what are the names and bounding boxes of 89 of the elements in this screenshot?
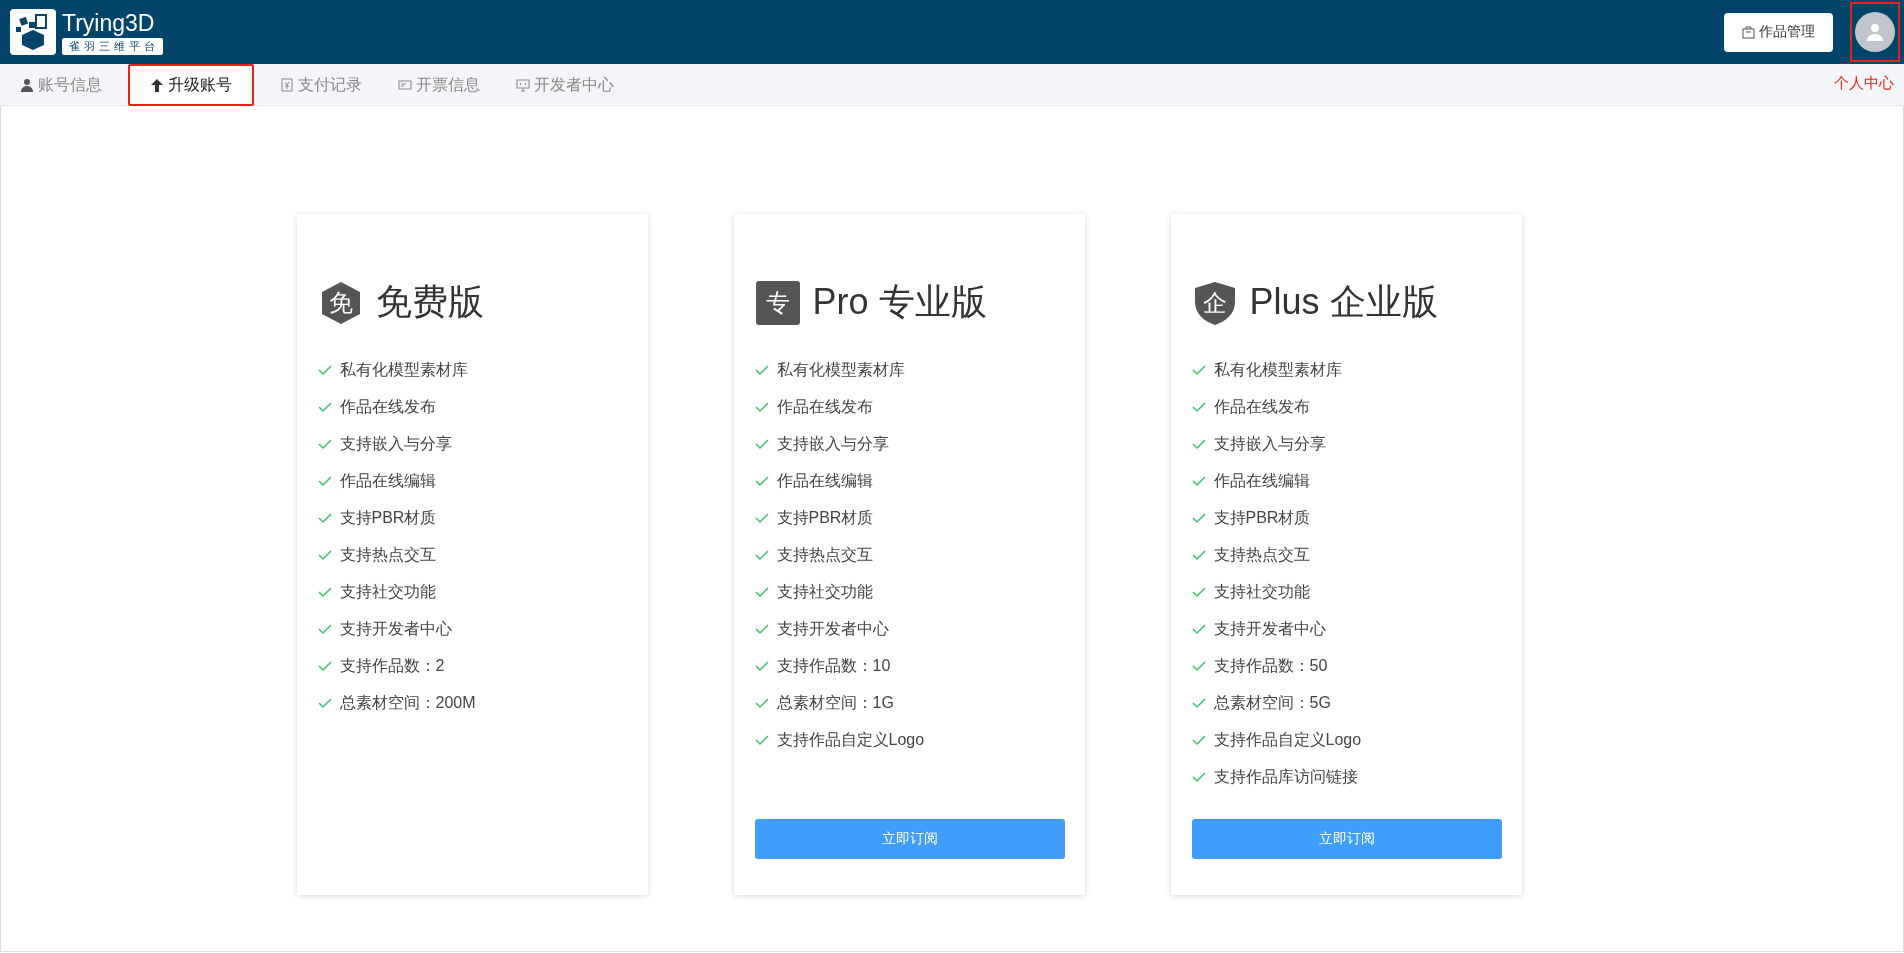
feature-text: 私有化模型素材库	[339, 360, 468, 380]
check-icon	[1191, 513, 1206, 524]
logo-subtitle: 雀羽三维平台	[62, 37, 163, 55]
user-avatar[interactable]	[1855, 12, 1895, 52]
check-icon	[317, 513, 332, 524]
feature-text: 支持作品自定义Logo	[1213, 730, 1362, 750]
feature-text: 支持PBR材质	[776, 508, 874, 528]
card-icon	[398, 78, 412, 92]
tab[interactable]: 账号信息	[10, 64, 112, 106]
check-icon	[754, 587, 769, 598]
check-icon	[317, 476, 332, 487]
check-icon	[754, 624, 769, 635]
check-icon	[1191, 698, 1206, 709]
feature-text: 支持嵌入与分享	[1213, 434, 1326, 454]
feature-text: 支持热点交互	[776, 545, 873, 565]
plan-title: Pro 专业版	[812, 280, 987, 324]
feature-text: 支持嵌入与分享	[339, 434, 452, 454]
feature-text: 总素材空间：5G	[1213, 693, 1331, 713]
feature-text: 总素材空间：200M	[339, 693, 476, 713]
person-icon	[20, 78, 34, 92]
check-icon	[317, 365, 332, 376]
logo-icon	[10, 9, 56, 55]
check-icon	[754, 698, 769, 709]
check-icon	[317, 698, 332, 709]
check-icon	[1191, 439, 1206, 450]
check-icon	[317, 624, 332, 635]
feature-text: 作品在线发布	[1213, 397, 1310, 417]
tab[interactable]: 升级账号	[128, 64, 254, 106]
feature-text: 作品在线编辑	[1213, 471, 1310, 491]
feature-text: 作品在线发布	[339, 397, 436, 417]
plan-badge: 专	[754, 279, 801, 326]
feature-text: 支持热点交互	[1213, 545, 1310, 565]
monitor-icon	[516, 78, 530, 92]
check-icon	[1191, 476, 1206, 487]
check-icon	[754, 365, 769, 376]
check-icon	[1191, 661, 1206, 672]
check-icon	[754, 735, 769, 746]
check-icon	[317, 587, 332, 598]
check-icon	[1191, 550, 1206, 561]
feature-text: 支持开发者中心	[1213, 619, 1326, 639]
feature-text: 支持作品数：10	[776, 656, 891, 676]
feature-text: 支持作品库访问链接	[1213, 767, 1358, 787]
check-icon	[1191, 402, 1206, 413]
check-icon	[1191, 365, 1206, 376]
bag-icon	[1742, 25, 1755, 39]
check-icon	[754, 439, 769, 450]
check-icon	[1191, 772, 1206, 783]
feature-text: 总素材空间：1G	[776, 693, 894, 713]
feature-text: 作品在线编辑	[776, 471, 873, 491]
feature-text: 支持嵌入与分享	[776, 434, 889, 454]
feature-text: 支持社交功能	[776, 582, 873, 602]
feature-text: 支持社交功能	[1213, 582, 1310, 602]
feature-text: 支持作品自定义Logo	[776, 730, 925, 750]
check-icon	[754, 402, 769, 413]
check-icon	[317, 402, 332, 413]
feature-text: 私有化模型素材库	[776, 360, 905, 380]
check-icon	[317, 439, 332, 450]
receipt-icon	[280, 78, 294, 92]
feature-text: 支持作品数：50	[1213, 656, 1328, 676]
check-icon	[754, 661, 769, 672]
annotation-label: 个人中心	[1834, 74, 1894, 93]
feature-text: 作品在线发布	[776, 397, 873, 417]
feature-text: 支持社交功能	[339, 582, 436, 602]
feature-text: 支持热点交互	[339, 545, 436, 565]
works-manage-button[interactable]: 作品管理	[1724, 12, 1833, 52]
check-icon	[1191, 587, 1206, 598]
subscribe-button[interactable]: 立即订阅	[754, 819, 1065, 859]
feature-text: 支持开发者中心	[776, 619, 889, 639]
check-icon	[754, 550, 769, 561]
feature-text: 支持作品数：2	[339, 656, 445, 676]
feature-text: 支持开发者中心	[339, 619, 452, 639]
subscribe-button[interactable]: 立即订阅	[1191, 819, 1502, 859]
check-icon	[754, 513, 769, 524]
arrow-up-icon	[150, 78, 164, 92]
check-icon	[1191, 735, 1206, 746]
plan-title: 免费版	[375, 280, 484, 324]
feature-text: 支持PBR材质	[339, 508, 437, 528]
logo-title: Trying3D	[62, 9, 156, 36]
check-icon	[1191, 624, 1206, 635]
check-icon	[317, 550, 332, 561]
plan-title: Plus 企业版	[1249, 280, 1438, 324]
tab[interactable]: 开发者中心	[506, 64, 624, 106]
tab[interactable]: 支付记录	[270, 64, 372, 106]
feature-text: 私有化模型素材库	[1213, 360, 1342, 380]
feature-text: 作品在线编辑	[339, 471, 436, 491]
feature-text: 支持PBR材质	[1213, 508, 1311, 528]
tab[interactable]: 开票信息	[388, 64, 490, 106]
check-icon	[754, 476, 769, 487]
check-icon	[317, 661, 332, 672]
